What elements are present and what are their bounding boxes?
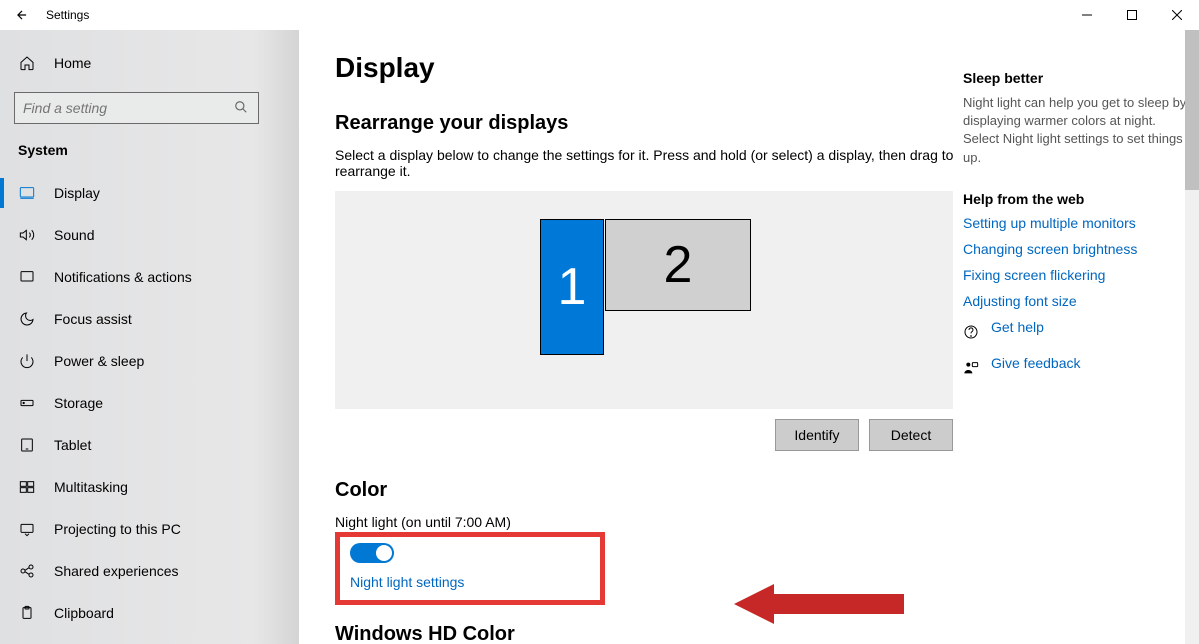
sidebar-item-notifications[interactable]: Notifications & actions bbox=[0, 256, 299, 298]
search-input[interactable] bbox=[23, 100, 234, 116]
sidebar-item-sound[interactable]: Sound bbox=[0, 214, 299, 256]
rearrange-title: Rearrange your displays bbox=[335, 112, 955, 135]
sidebar-item-label: Storage bbox=[54, 395, 103, 411]
sidebar-item-storage[interactable]: Storage bbox=[0, 382, 299, 424]
sidebar-item-label: Sound bbox=[54, 227, 94, 243]
help-from-web-title: Help from the web bbox=[963, 191, 1193, 207]
sidebar-item-label: Clipboard bbox=[54, 605, 114, 621]
help-link-multiple-monitors[interactable]: Setting up multiple monitors bbox=[963, 215, 1193, 231]
scrollbar-thumb[interactable] bbox=[1185, 30, 1199, 190]
maximize-button[interactable] bbox=[1109, 0, 1154, 30]
sidebar-item-clipboard[interactable]: Clipboard bbox=[0, 592, 299, 634]
sleep-better-title: Sleep better bbox=[963, 70, 1193, 86]
sidebar-item-focus-assist[interactable]: Focus assist bbox=[0, 298, 299, 340]
title-bar: Settings bbox=[0, 0, 1199, 30]
sidebar-item-label: Focus assist bbox=[54, 311, 132, 327]
help-link-flickering[interactable]: Fixing screen flickering bbox=[963, 267, 1193, 283]
sidebar: Home System Display Sound Notifications … bbox=[0, 30, 299, 644]
monitor-2[interactable]: 2 bbox=[605, 219, 751, 311]
feedback-icon bbox=[963, 360, 979, 376]
minimize-button[interactable] bbox=[1064, 0, 1109, 30]
sidebar-item-label: Tablet bbox=[54, 437, 91, 453]
close-button[interactable] bbox=[1154, 0, 1199, 30]
sidebar-item-label: Power & sleep bbox=[54, 353, 144, 369]
window-controls bbox=[1064, 0, 1199, 30]
projecting-icon bbox=[18, 520, 36, 538]
search-icon bbox=[234, 100, 250, 116]
sidebar-item-shared-experiences[interactable]: Shared experiences bbox=[0, 550, 299, 592]
back-button[interactable] bbox=[8, 1, 36, 29]
sidebar-item-display[interactable]: Display bbox=[0, 172, 299, 214]
sound-icon bbox=[18, 226, 36, 244]
sidebar-item-label: Shared experiences bbox=[54, 563, 179, 579]
sidebar-item-label: Multitasking bbox=[54, 479, 128, 495]
night-light-toggle[interactable] bbox=[350, 543, 394, 563]
shared-icon bbox=[18, 562, 36, 580]
clipboard-icon bbox=[18, 604, 36, 622]
help-link-brightness[interactable]: Changing screen brightness bbox=[963, 241, 1193, 257]
rearrange-instruction: Select a display below to change the set… bbox=[335, 147, 955, 179]
sidebar-item-power-sleep[interactable]: Power & sleep bbox=[0, 340, 299, 382]
sidebar-item-label: Projecting to this PC bbox=[54, 521, 181, 537]
multitasking-icon bbox=[18, 478, 36, 496]
monitor-1[interactable]: 1 bbox=[540, 219, 604, 355]
night-light-label: Night light (on until 7:00 AM) bbox=[335, 514, 955, 530]
display-arrangement-canvas[interactable]: 1 2 bbox=[335, 191, 953, 409]
annotation-highlight: Night light settings bbox=[335, 532, 605, 605]
page-title: Display bbox=[335, 52, 955, 84]
display-icon bbox=[18, 184, 36, 202]
detect-button[interactable]: Detect bbox=[869, 419, 953, 451]
window-title: Settings bbox=[46, 8, 89, 22]
storage-icon bbox=[18, 394, 36, 412]
notifications-icon bbox=[18, 268, 36, 286]
give-feedback-link[interactable]: Give feedback bbox=[991, 355, 1081, 371]
get-help-link[interactable]: Get help bbox=[991, 319, 1044, 335]
sidebar-section-label: System bbox=[0, 134, 299, 172]
focus-assist-icon bbox=[18, 310, 36, 328]
power-icon bbox=[18, 352, 36, 370]
sidebar-item-multitasking[interactable]: Multitasking bbox=[0, 466, 299, 508]
identify-button[interactable]: Identify bbox=[775, 419, 859, 451]
help-panel: Sleep better Night light can help you ge… bbox=[963, 52, 1193, 644]
tablet-icon bbox=[18, 436, 36, 454]
sidebar-item-tablet[interactable]: Tablet bbox=[0, 424, 299, 466]
sidebar-item-label: Display bbox=[54, 185, 100, 201]
annotation-arrow-icon bbox=[734, 580, 904, 628]
scrollbar[interactable] bbox=[1185, 30, 1199, 644]
night-light-settings-link[interactable]: Night light settings bbox=[350, 574, 464, 590]
get-help-icon bbox=[963, 324, 979, 340]
help-link-font-size[interactable]: Adjusting font size bbox=[963, 293, 1193, 309]
home-label: Home bbox=[54, 55, 91, 71]
sleep-better-text: Night light can help you get to sleep by… bbox=[963, 94, 1193, 167]
home-icon bbox=[18, 54, 36, 72]
color-title: Color bbox=[335, 479, 955, 502]
sidebar-item-label: Notifications & actions bbox=[54, 269, 192, 285]
main-panel: Display Rearrange your displays Select a… bbox=[299, 30, 1199, 644]
sidebar-item-projecting[interactable]: Projecting to this PC bbox=[0, 508, 299, 550]
home-button[interactable]: Home bbox=[0, 42, 299, 84]
search-box[interactable] bbox=[14, 92, 259, 124]
